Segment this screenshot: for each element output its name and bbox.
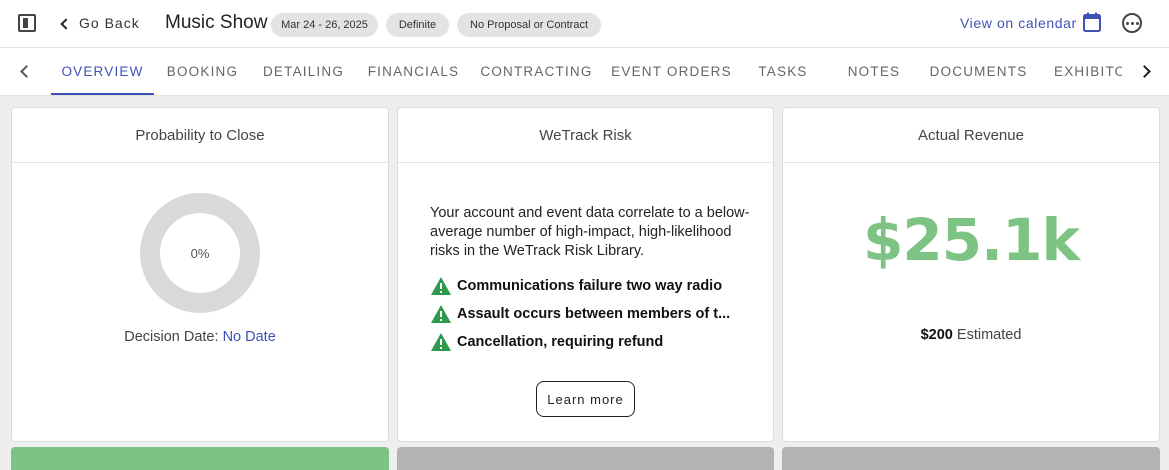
risk-item-label: Cancellation, requiring refund [457, 334, 664, 350]
tab-overview[interactable]: OVERVIEW [51, 48, 154, 95]
tab-bar: OVERVIEW BOOKING DETAILING FINANCIALS CO… [0, 48, 1169, 96]
warning-icon [431, 333, 451, 351]
proposal-badge[interactable]: No Proposal or Contract [457, 13, 601, 37]
tab-notes[interactable]: NOTES [825, 48, 923, 95]
risk-item-label: Communications failure two way radio [457, 278, 723, 294]
tab-event-orders[interactable]: EVENT ORDERS [602, 48, 741, 95]
estimated-amount: $200 [920, 327, 953, 343]
decision-date-value[interactable]: No Date [223, 329, 276, 345]
sidebar-toggle-icon[interactable] [18, 14, 36, 32]
calendar-icon[interactable] [1083, 12, 1101, 32]
risk-card: WeTrack Risk Your account and event data… [397, 107, 774, 442]
view-on-calendar-link[interactable]: View on calendar [960, 15, 1077, 31]
status-badge[interactable]: Definite [386, 13, 449, 37]
probability-percent: 0% [190, 245, 210, 261]
risk-item: Assault occurs between members of t... [430, 304, 742, 324]
bottom-status-bar-gray[interactable] [782, 447, 1160, 470]
actual-revenue-amount: $25.1k [862, 206, 1080, 274]
warning-icon [431, 305, 451, 323]
risk-item: Cancellation, requiring refund [430, 332, 742, 352]
probability-donut-chart: 0% [140, 193, 260, 313]
revenue-card-title: Actual Revenue [783, 108, 1159, 163]
tabs-scroll-right-icon[interactable] [1137, 65, 1149, 77]
tabs-scroll-left-icon[interactable] [19, 65, 31, 77]
learn-more-button[interactable]: Learn more [536, 381, 635, 417]
probability-card: Probability to Close 0% Decision Date: N… [11, 107, 389, 442]
warning-icon [431, 277, 451, 295]
tab-documents[interactable]: DOCUMENTS [923, 48, 1034, 95]
risk-item: Communications failure two way radio [430, 276, 742, 296]
chevron-left-icon [60, 17, 72, 30]
tab-exhibitors[interactable]: EXHIBITO [1046, 48, 1122, 95]
risk-card-title: WeTrack Risk [398, 108, 773, 163]
bottom-status-bar-green[interactable] [11, 447, 389, 470]
risk-item-label: Assault occurs between members of t... [457, 306, 731, 322]
bottom-status-bar-gray[interactable] [397, 447, 774, 470]
risk-description: Your account and event data correlate to… [430, 205, 750, 259]
estimated-revenue: $200 Estimated [783, 327, 1159, 343]
go-back-label: Go Back [79, 15, 140, 31]
probability-card-title: Probability to Close [12, 108, 388, 163]
go-back-button[interactable]: Go Back [60, 15, 140, 31]
date-range-badge: Mar 24 - 26, 2025 [271, 13, 378, 37]
decision-date-label: Decision Date: [124, 329, 219, 345]
decision-date: Decision Date: No Date [12, 329, 388, 345]
more-options-icon[interactable] [1122, 13, 1142, 33]
tab-tasks[interactable]: TASKS [741, 48, 825, 95]
tab-detailing[interactable]: DETAILING [251, 48, 356, 95]
top-header: Go Back Music Show Mar 24 - 26, 2025 Def… [0, 0, 1169, 48]
tab-booking[interactable]: BOOKING [154, 48, 251, 95]
revenue-card: Actual Revenue $25.1k $200 Estimated [782, 107, 1160, 442]
estimated-label: Estimated [956, 327, 1022, 343]
tab-financials[interactable]: FINANCIALS [356, 48, 471, 95]
tab-contracting[interactable]: CONTRACTING [471, 48, 602, 95]
event-title: Music Show [165, 12, 268, 33]
